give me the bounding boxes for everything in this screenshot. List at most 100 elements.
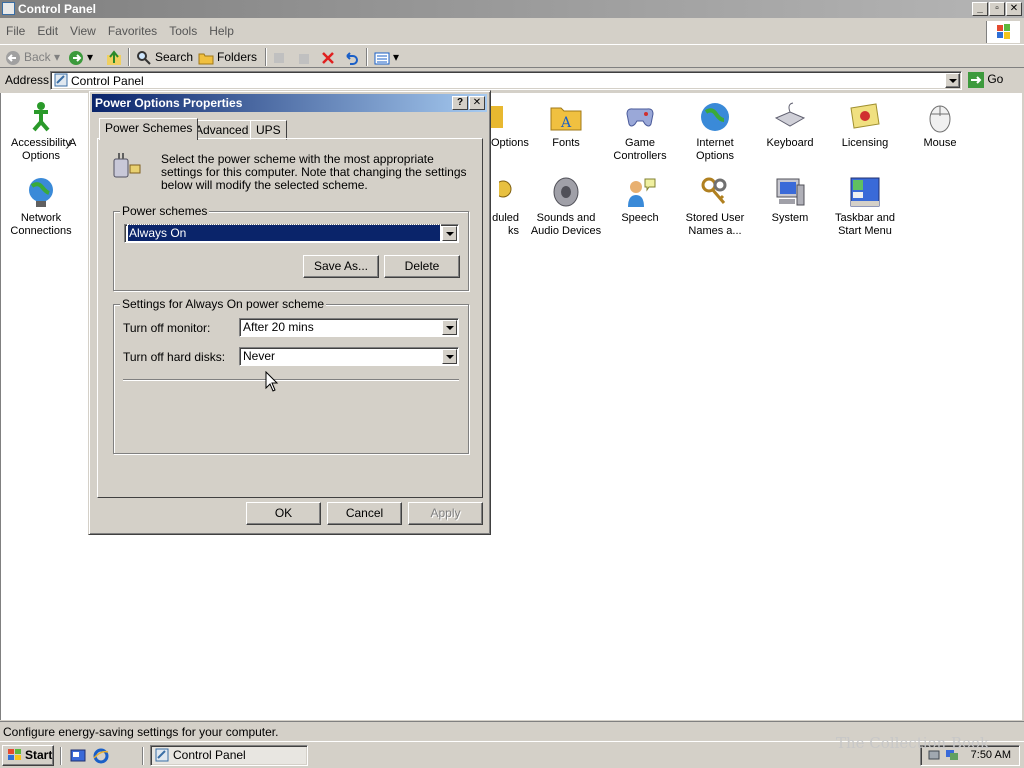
dialog-title: Power Options Properties	[95, 96, 243, 110]
menu-help[interactable]: Help	[203, 20, 240, 42]
up-folder-button[interactable]	[106, 48, 125, 66]
go-arrow-icon	[968, 71, 984, 88]
copy-to-button[interactable]	[296, 48, 315, 66]
menu-file[interactable]: File	[0, 20, 31, 42]
address-field[interactable]: Control Panel	[50, 71, 962, 90]
internet-globe-icon	[701, 103, 729, 131]
address-label: Address	[5, 73, 50, 87]
cancel-button[interactable]: Cancel	[327, 502, 402, 525]
menu-tools[interactable]: Tools	[163, 20, 203, 42]
cp-item-options[interactable]: Options	[491, 100, 529, 150]
delete-button[interactable]: Delete	[384, 255, 460, 278]
cp-item-system[interactable]: System	[752, 175, 828, 225]
move-to-icon	[274, 52, 284, 63]
power-schemes-label: Power schemes	[120, 204, 210, 218]
separator-line	[123, 379, 459, 381]
licensing-certificate-icon	[850, 103, 880, 129]
power-scheme-value: Always On	[127, 224, 441, 242]
close-button[interactable]: ✕	[1006, 2, 1022, 16]
power-options-dialog: Power Options Properties ? ✕ Power Schem…	[88, 90, 491, 535]
power-scheme-select[interactable]: Always On	[124, 224, 459, 243]
window-title: Control Panel	[18, 2, 97, 16]
svg-text:A: A	[560, 115, 572, 131]
cp-item-sounds-audio[interactable]: Sounds and Audio Devices	[528, 175, 604, 238]
go-button[interactable]: Go	[968, 71, 1018, 90]
toolbar-separator	[128, 48, 130, 66]
chevron-down-icon[interactable]	[442, 226, 457, 241]
cp-item-game-controllers[interactable]: Game Controllers	[602, 100, 678, 163]
system-computer-icon	[776, 178, 805, 206]
cp-item-licensing[interactable]: Licensing	[827, 100, 903, 150]
network-globe-icon	[29, 178, 53, 207]
cp-item-accessibility-options[interactable]: Accessibility Options	[3, 100, 79, 163]
menu-edit[interactable]: Edit	[31, 20, 64, 42]
cp-item-add-hardware[interactable]: A	[69, 100, 89, 150]
power-plug-icon	[113, 153, 141, 178]
taskbar-button-control-panel[interactable]: Control Panel	[150, 745, 308, 766]
help-button[interactable]: ?	[452, 96, 468, 110]
menu-favorites[interactable]: Favorites	[102, 20, 163, 42]
tab-ups[interactable]: UPS	[250, 120, 287, 140]
dialog-title-bar[interactable]: Power Options Properties ? ✕	[92, 94, 487, 112]
turn-off-hard-disks-select[interactable]: Never	[239, 347, 459, 366]
undo-button[interactable]	[343, 48, 362, 66]
show-desktop-icon[interactable]	[70, 748, 86, 764]
control-panel-icon	[54, 73, 68, 87]
settings-group-label: Settings for Always On power scheme	[120, 297, 327, 311]
menu-view[interactable]: View	[64, 20, 102, 42]
cp-item-internet-options[interactable]: Internet Options	[677, 100, 753, 163]
windows-logo-icon	[986, 21, 1020, 43]
internet-explorer-icon[interactable]	[93, 748, 109, 764]
back-button[interactable]: Back ▾	[5, 48, 60, 66]
address-dropdown-button[interactable]	[945, 73, 960, 88]
taskbar-icon	[850, 177, 880, 207]
keyboard-icon	[774, 102, 806, 127]
start-button[interactable]: Start	[2, 745, 54, 766]
delete-button[interactable]	[320, 48, 339, 66]
toolbar: Back ▾ ▾ Search Folders ▾	[0, 44, 1024, 68]
address-bar: Address Control Panel Go	[0, 69, 1024, 91]
chevron-down-icon	[949, 79, 957, 83]
chevron-down-icon[interactable]	[442, 349, 457, 364]
scheduled-tasks-icon	[499, 180, 512, 198]
cp-item-network-connections[interactable]: Network Connections	[3, 175, 79, 238]
description-text: Select the power scheme with the most ap…	[161, 152, 467, 192]
restore-button[interactable]: ▫	[989, 2, 1005, 16]
cp-item-stored-user-names[interactable]: Stored User Names a...	[677, 175, 753, 238]
status-text: Configure energy-saving settings for you…	[3, 725, 279, 739]
mouse-cursor-icon	[265, 371, 279, 392]
window-title-bar[interactable]: Control Panel _ ▫ ✕	[0, 0, 1024, 18]
ok-button[interactable]: OK	[246, 502, 321, 525]
cp-item-fonts[interactable]: A Fonts	[528, 100, 604, 150]
turn-off-monitor-select[interactable]: After 20 mins	[239, 318, 459, 337]
cp-item-speech[interactable]: Speech	[602, 175, 678, 225]
up-arrow-icon	[107, 50, 121, 65]
cp-item-taskbar-start-menu[interactable]: Taskbar and Start Menu	[827, 175, 903, 238]
search-button[interactable]: Search	[136, 48, 193, 66]
cp-item-mouse[interactable]: Mouse	[902, 100, 978, 150]
move-to-button[interactable]	[272, 48, 291, 66]
watermark: The Collection Book	[836, 734, 990, 752]
hard-disks-label: Turn off hard disks:	[123, 350, 226, 364]
tab-advanced[interactable]: Advanced	[189, 120, 255, 140]
game-controller-icon	[626, 108, 654, 127]
tab-power-schemes[interactable]: Power Schemes	[99, 118, 199, 140]
forward-arrow-icon	[69, 50, 83, 65]
toolbar-separator	[265, 48, 267, 66]
power-schemes-group: Power schemes Always On Save As... Delet…	[113, 205, 469, 291]
keys-icon	[701, 177, 727, 204]
dialog-close-button[interactable]: ✕	[469, 96, 485, 110]
apply-button[interactable]: Apply	[408, 502, 483, 525]
forward-button[interactable]: ▾	[68, 48, 93, 66]
back-arrow-icon	[6, 50, 20, 65]
views-button[interactable]: ▾	[374, 48, 399, 66]
monitor-value: After 20 mins	[243, 320, 314, 334]
cp-item-keyboard[interactable]: Keyboard	[752, 100, 828, 150]
chevron-down-icon[interactable]	[442, 320, 457, 335]
minimize-button[interactable]: _	[972, 2, 988, 16]
save-as-button[interactable]: Save As...	[303, 255, 379, 278]
monitor-label: Turn off monitor:	[123, 321, 211, 335]
folders-button[interactable]: Folders	[198, 48, 257, 66]
taskbar-separator	[142, 747, 144, 765]
tab-panel: Select the power scheme with the most ap…	[97, 138, 483, 498]
